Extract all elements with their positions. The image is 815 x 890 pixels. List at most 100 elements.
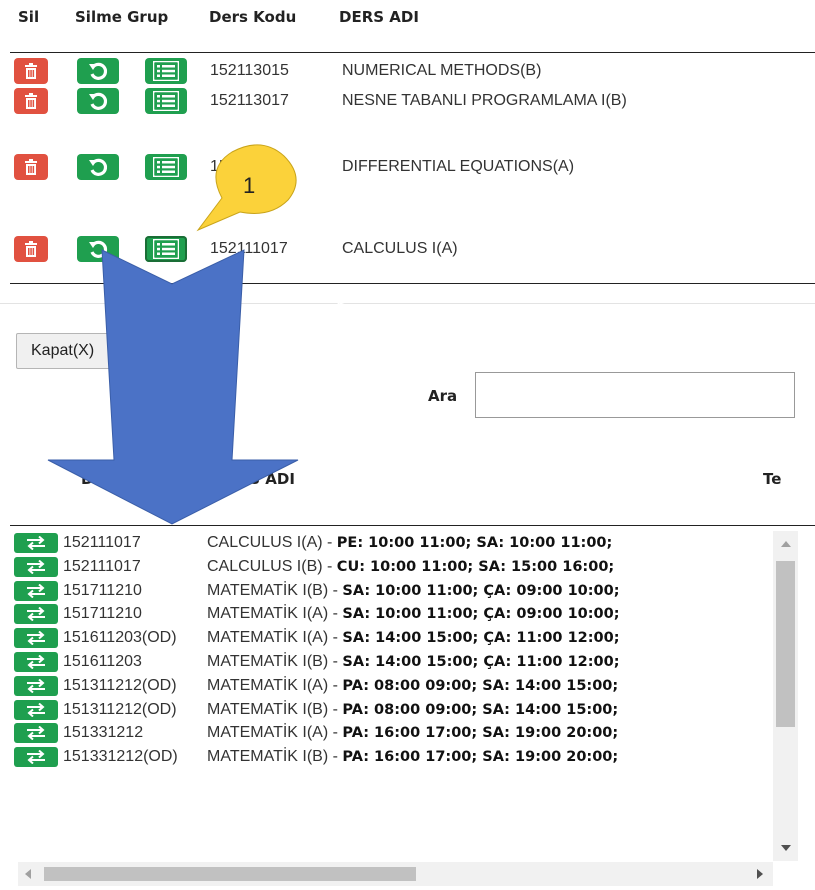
list-course-code: 151311212(OD) bbox=[63, 700, 177, 718]
list-course-info: MATEMATİK I(B) - PA: 08:00 09:00; SA: 14… bbox=[207, 701, 618, 719]
list-schedule: CU: 10:00 11:00; SA: 15:00 16:00; bbox=[336, 558, 615, 575]
scroll-right-icon[interactable] bbox=[757, 869, 763, 879]
trash-icon bbox=[25, 159, 37, 175]
delete-button[interactable] bbox=[14, 88, 48, 114]
list-course-info: CALCULUS I(B) - CU: 10:00 11:00; SA: 15:… bbox=[207, 558, 614, 576]
undo-group-button[interactable] bbox=[77, 154, 119, 180]
list-icon bbox=[153, 61, 179, 81]
swap-button[interactable] bbox=[14, 556, 58, 577]
list-course-info: MATEMATİK I(A) - PA: 16:00 17:00; SA: 19… bbox=[207, 724, 618, 742]
list-row: 151331212(OD) MATEMATİK I(B) - PA: 16:00 … bbox=[14, 746, 769, 768]
list-course-name: MATEMATİK I(B) bbox=[207, 581, 329, 599]
list-separator: - bbox=[328, 629, 343, 647]
list-col-ders-kodu: Ders Kodu bbox=[81, 470, 169, 488]
list-course-info: MATEMATİK I(B) - SA: 14:00 15:00; ÇA: 11… bbox=[207, 653, 620, 671]
swap-icon bbox=[27, 583, 45, 598]
list-course-name: CALCULUS I(A) bbox=[207, 534, 323, 551]
course-code: 152113017 bbox=[210, 92, 289, 109]
course-name: DIFFERENTIAL EQUATIONS(A) bbox=[342, 158, 575, 175]
scroll-down-icon[interactable] bbox=[781, 845, 791, 851]
swap-icon bbox=[27, 750, 45, 765]
list-separator: - bbox=[328, 700, 343, 718]
swap-button[interactable] bbox=[14, 604, 58, 625]
scroll-thumb[interactable] bbox=[776, 561, 795, 727]
swap-button[interactable] bbox=[14, 580, 58, 601]
list-course-name: MATEMATİK I(B) bbox=[207, 700, 329, 718]
list-icon bbox=[153, 239, 179, 259]
scroll-up-icon[interactable] bbox=[781, 541, 791, 547]
swap-button[interactable] bbox=[14, 675, 58, 696]
delete-button[interactable] bbox=[14, 236, 48, 262]
list-row: 151711210 MATEMATİK I(B) - SA: 10:00 11:0… bbox=[14, 580, 769, 602]
list-separator: - bbox=[328, 653, 343, 670]
trash-icon bbox=[25, 241, 37, 257]
swap-icon bbox=[27, 536, 45, 550]
list-course-info: CALCULUS I(A) - PE: 10:00 11:00; SA: 10:… bbox=[207, 534, 612, 552]
undo-group-button[interactable] bbox=[77, 236, 119, 262]
list-row: 151311212(OD) MATEMATİK I(A) - PA: 08:00 … bbox=[14, 675, 769, 697]
list-course-code: 151711210 bbox=[63, 605, 142, 623]
group-list-button[interactable] bbox=[145, 154, 187, 180]
list-separator: - bbox=[328, 724, 343, 742]
list-course-name: MATEMATİK I(A) bbox=[207, 724, 329, 742]
header-divider bbox=[10, 52, 815, 53]
group-list-button[interactable] bbox=[145, 58, 187, 84]
swap-button[interactable] bbox=[14, 723, 58, 744]
trash-icon bbox=[25, 63, 37, 79]
arrow-text-line2: Açılan bbox=[306, 321, 326, 372]
undo-icon bbox=[89, 62, 108, 80]
course-code: 152113019 bbox=[210, 158, 289, 175]
list-separator: - bbox=[328, 605, 343, 623]
list-course-info: MATEMATİK I(B) - SA: 10:00 11:00; ÇA: 09… bbox=[207, 582, 620, 600]
list-schedule: SA: 10:00 11:00; ÇA: 09:00 10:00; bbox=[342, 606, 620, 623]
swap-button[interactable] bbox=[14, 628, 58, 649]
search-input[interactable] bbox=[475, 372, 795, 418]
list-course-name: MATEMATİK I(B) bbox=[207, 653, 329, 670]
swap-button[interactable] bbox=[14, 533, 58, 553]
delete-button[interactable] bbox=[14, 154, 48, 180]
list-course-info: MATEMATİK I(B) - PA: 16:00 17:00; SA: 19… bbox=[207, 748, 618, 766]
close-dialog-button[interactable]: Kapat(X) bbox=[16, 333, 126, 369]
list-course-code: 152111017 bbox=[63, 557, 141, 575]
horizontal-scrollbar[interactable] bbox=[18, 862, 773, 886]
list-separator: - bbox=[322, 534, 337, 551]
swap-icon bbox=[27, 726, 45, 741]
scroll-left-icon[interactable] bbox=[25, 869, 31, 879]
list-course-info: MATEMATİK I(A) - SA: 10:00 11:00; ÇA: 09… bbox=[207, 605, 620, 623]
list-schedule: PA: 08:00 09:00; SA: 14:00 15:00; bbox=[342, 701, 619, 718]
table-bottom-divider bbox=[10, 283, 815, 284]
list-separator: - bbox=[328, 676, 343, 694]
undo-icon bbox=[89, 92, 108, 110]
list-course-code: 151331212(OD) bbox=[63, 748, 178, 766]
scroll-thumb-horizontal[interactable] bbox=[44, 867, 416, 881]
col-sil: Sil bbox=[18, 8, 40, 26]
list-separator: - bbox=[322, 557, 337, 575]
list-schedule: SA: 10:00 11:00; ÇA: 09:00 10:00; bbox=[342, 582, 620, 599]
swap-button[interactable] bbox=[14, 747, 58, 768]
undo-group-button[interactable] bbox=[77, 88, 119, 114]
course-name: NUMERICAL METHODS(B) bbox=[342, 62, 542, 79]
swap-icon bbox=[27, 655, 45, 669]
list-course-name: CALCULUS I(B) bbox=[207, 557, 323, 575]
undo-group-button[interactable] bbox=[77, 58, 119, 84]
group-list-button[interactable] bbox=[145, 236, 187, 262]
list-course-code: 151711210 bbox=[63, 581, 142, 599]
section-separator bbox=[0, 303, 815, 304]
list-course-name: MATEMATİK I(A) bbox=[207, 629, 329, 647]
group-list-button[interactable] bbox=[145, 88, 187, 114]
list-course-name: MATEMATİK I(A) bbox=[207, 605, 329, 623]
list-course-name: MATEMATİK I(B) bbox=[207, 748, 329, 766]
swap-button[interactable] bbox=[14, 699, 58, 720]
list-schedule: PE: 10:00 11:00; SA: 10:00 11:00; bbox=[336, 535, 613, 551]
list-row: 152111017 CALCULUS I(B) - CU: 10:00 11:00… bbox=[14, 556, 769, 578]
callout-number: 1 bbox=[243, 173, 255, 198]
list-course-code: 151331212 bbox=[63, 724, 144, 742]
course-code: 152111017 bbox=[210, 240, 288, 257]
swap-button[interactable] bbox=[14, 652, 58, 672]
vertical-scrollbar[interactable] bbox=[773, 531, 798, 861]
trash-icon bbox=[25, 93, 37, 109]
list-course-info: MATEMATİK I(A) - SA: 14:00 15:00; ÇA: 11… bbox=[207, 629, 620, 647]
list-icon bbox=[153, 91, 179, 111]
swap-icon bbox=[27, 607, 45, 622]
delete-button[interactable] bbox=[14, 58, 48, 84]
